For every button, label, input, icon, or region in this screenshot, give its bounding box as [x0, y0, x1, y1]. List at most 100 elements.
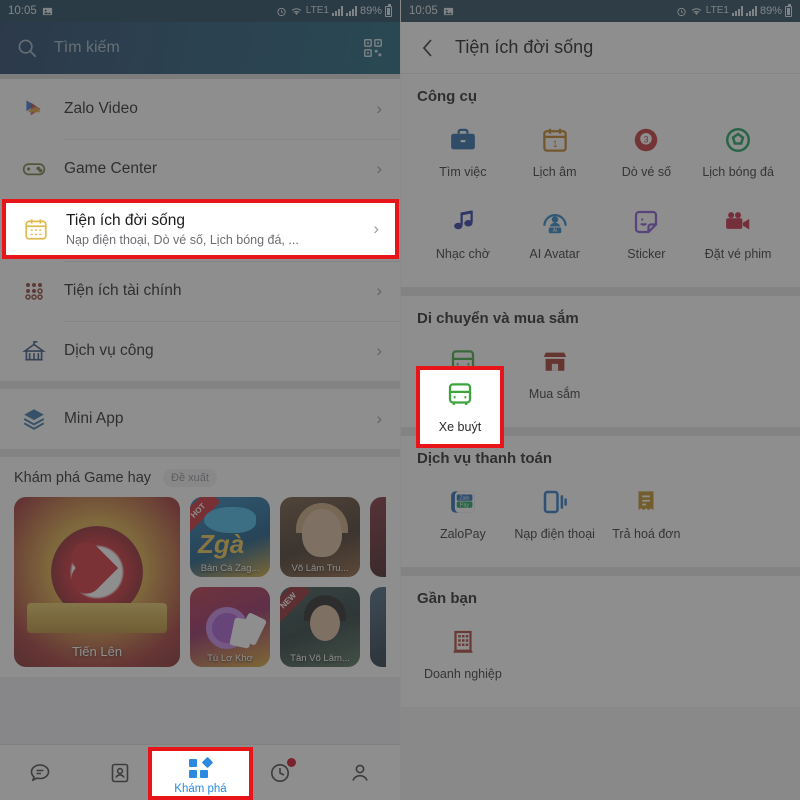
- signal-icon: [731, 6, 743, 16]
- menu-item-tien-ich-tai-chinh[interactable]: Tiện ích tài chính ›: [0, 261, 400, 321]
- screenshot-root: 10:05 LTE1 89% Tìm kiếm Zalo Video › Gam…: [0, 0, 800, 800]
- game-card[interactable]: HOT Zgà Bản Cá Zag...: [190, 497, 270, 577]
- game-card-label: Võ Lâm Tru...: [291, 563, 349, 574]
- calendar-icon: 1: [542, 128, 567, 152]
- nav-item-messages[interactable]: [0, 745, 80, 800]
- status-bar-right-group: LTE1 89%: [676, 3, 792, 17]
- tool-grid: Tìm việc 1 Lịch âm 3 Dò vé số Lịch bóng …: [417, 111, 784, 271]
- menu-item-dich-vu-cong[interactable]: Dịch vụ công ›: [0, 321, 400, 381]
- invoice-icon: [638, 491, 654, 511]
- menu-item-zalo-video[interactable]: Zalo Video ›: [0, 79, 400, 139]
- discover-title: Khám phá Game hay: [14, 470, 152, 486]
- game-card[interactable]: Võ Lâm Tru...: [280, 497, 360, 577]
- menu-item-game-center[interactable]: Game Center ›: [0, 139, 400, 199]
- section-title: Gần bạn: [417, 590, 478, 607]
- qr-scan-icon[interactable]: [362, 37, 384, 59]
- menu-item-mini-app[interactable]: Mini App ›: [0, 389, 400, 449]
- chat-icon[interactable]: [28, 761, 52, 785]
- game-card-partial[interactable]: [370, 587, 386, 667]
- nav-item-profile[interactable]: [320, 745, 400, 800]
- government-icon: [14, 338, 54, 364]
- battery-icon: [785, 3, 792, 17]
- menu-item-label: Game Center: [64, 160, 158, 177]
- game-grid: Tiến Lên HOT Zgà Bản Cá Zag... Tú Lơ Khơ: [14, 497, 386, 667]
- section-title: Di chuyển và mua sắm: [417, 310, 579, 327]
- tile-label: Trả hoá đơn: [612, 527, 681, 541]
- game-card[interactable]: NEW Tân Võ Lâm...: [280, 587, 360, 667]
- volte-icon: LTE1: [705, 5, 729, 16]
- tile-zalopay[interactable]: Zalo Pay ZaloPay: [417, 473, 509, 551]
- nearby-grid: Doanh nghiệp: [417, 613, 784, 691]
- sticker-icon: [635, 210, 658, 234]
- featured-banner: [27, 603, 167, 633]
- game-card-label: Tú Lơ Khơ: [207, 653, 253, 664]
- soccer-ball-icon: [726, 127, 751, 153]
- game-card[interactable]: Tú Lơ Khơ: [190, 587, 270, 667]
- battery-percent: 89%: [359, 5, 382, 17]
- menu-item-label: Mini App: [64, 410, 124, 427]
- back-chevron-icon[interactable]: [419, 37, 437, 59]
- movie-camera-icon: [726, 212, 750, 230]
- page-header: Tiện ích đời sống: [401, 22, 800, 74]
- tile-lich-am[interactable]: 1 Lịch âm: [509, 111, 601, 189]
- tile-label: Đặt vé phim: [704, 247, 772, 261]
- tile-sticker[interactable]: Sticker: [601, 193, 693, 271]
- tile-dat-ve-phim[interactable]: Đặt vé phim: [692, 193, 784, 271]
- tile-ai-avatar[interactable]: AI AI Avatar: [509, 193, 601, 271]
- tile-nap-dien-thoai[interactable]: Nạp điện thoại: [509, 473, 601, 551]
- game-card-featured[interactable]: Tiến Lên: [14, 497, 180, 667]
- section-divider-3: [401, 567, 800, 576]
- chevron-right-icon: ›: [376, 99, 382, 118]
- search-icon[interactable]: [16, 37, 38, 59]
- menu-item-label: Zalo Video: [64, 100, 138, 117]
- left-screen: 10:05 LTE1 89% Tìm kiếm Zalo Video › Gam…: [0, 0, 400, 800]
- search-input[interactable]: Tìm kiếm: [54, 39, 346, 57]
- search-bar[interactable]: Tìm kiếm: [0, 22, 400, 74]
- battery-icon: [385, 3, 392, 17]
- topup-phone-icon: [543, 490, 567, 514]
- contacts-icon[interactable]: [108, 761, 132, 785]
- tile-mua-sam[interactable]: Mua sắm: [509, 333, 601, 411]
- menu-item-text: Mini App: [54, 410, 376, 428]
- game-card-partial[interactable]: [370, 497, 386, 577]
- status-bar-left-group: 10:05: [409, 5, 454, 17]
- battery-percent: 89%: [759, 5, 782, 17]
- mini-app-list: Mini App ›: [0, 389, 400, 449]
- tile-label: AI Avatar: [529, 247, 580, 261]
- page-title: Tiện ích đời sống: [455, 37, 594, 57]
- menu-item-label: Dịch vụ công: [64, 342, 154, 359]
- status-bar-left-group: 10:05: [8, 5, 53, 17]
- highlight-box-menu-item: [2, 199, 399, 259]
- tile-lich-bong-da[interactable]: Lịch bóng đá: [692, 111, 784, 189]
- dots-grid-icon: [14, 279, 54, 303]
- menu-item-text: Zalo Video: [54, 100, 376, 118]
- section-gap: [0, 381, 400, 389]
- section-cong-cu: Công cụ Tìm việc 1 Lịch âm 3 Dò vé số Lị…: [401, 74, 800, 287]
- tile-do-ve-so[interactable]: 3 Dò vé số: [601, 111, 693, 189]
- svg-text:Pay: Pay: [460, 503, 469, 509]
- tile-tim-viec[interactable]: Tìm việc: [417, 111, 509, 189]
- image-icon: [42, 7, 52, 15]
- gamepad-icon: [14, 156, 54, 182]
- tile-doanh-nghiep[interactable]: Doanh nghiệp: [417, 613, 509, 691]
- game-column-3: [370, 497, 386, 667]
- tile-label: Dò vé số: [621, 165, 672, 179]
- payment-grid: Zalo Pay ZaloPay Nạp điện thoại Trả hoá …: [417, 473, 784, 551]
- zalo-video-icon: [14, 96, 54, 122]
- tile-label: Lịch bóng đá: [702, 165, 774, 179]
- tile-label: Doanh nghiệp: [423, 667, 502, 681]
- menu-item-label: Tiện ích tài chính: [64, 282, 182, 299]
- tile-tra-hoa-don[interactable]: Trả hoá đơn: [601, 473, 693, 551]
- tile-nhac-cho[interactable]: Nhạc chờ: [417, 193, 509, 271]
- game-card-label: Bản Cá Zag...: [200, 563, 260, 574]
- character-art: [302, 509, 342, 557]
- chevron-right-icon: ›: [376, 281, 382, 300]
- menu-item-text: Dịch vụ công: [54, 342, 376, 360]
- status-bar-right-group: LTE1 89%: [276, 3, 392, 17]
- tile-label: Nạp điện thoại: [514, 527, 595, 541]
- alarm-icon: [277, 7, 286, 16]
- section-gan-ban: Gần bạn Doanh nghiệp: [401, 576, 800, 707]
- person-icon[interactable]: [348, 761, 372, 785]
- game-column-2: Võ Lâm Tru... NEW Tân Võ Lâm...: [280, 497, 360, 667]
- tile-label: ZaloPay: [439, 527, 486, 541]
